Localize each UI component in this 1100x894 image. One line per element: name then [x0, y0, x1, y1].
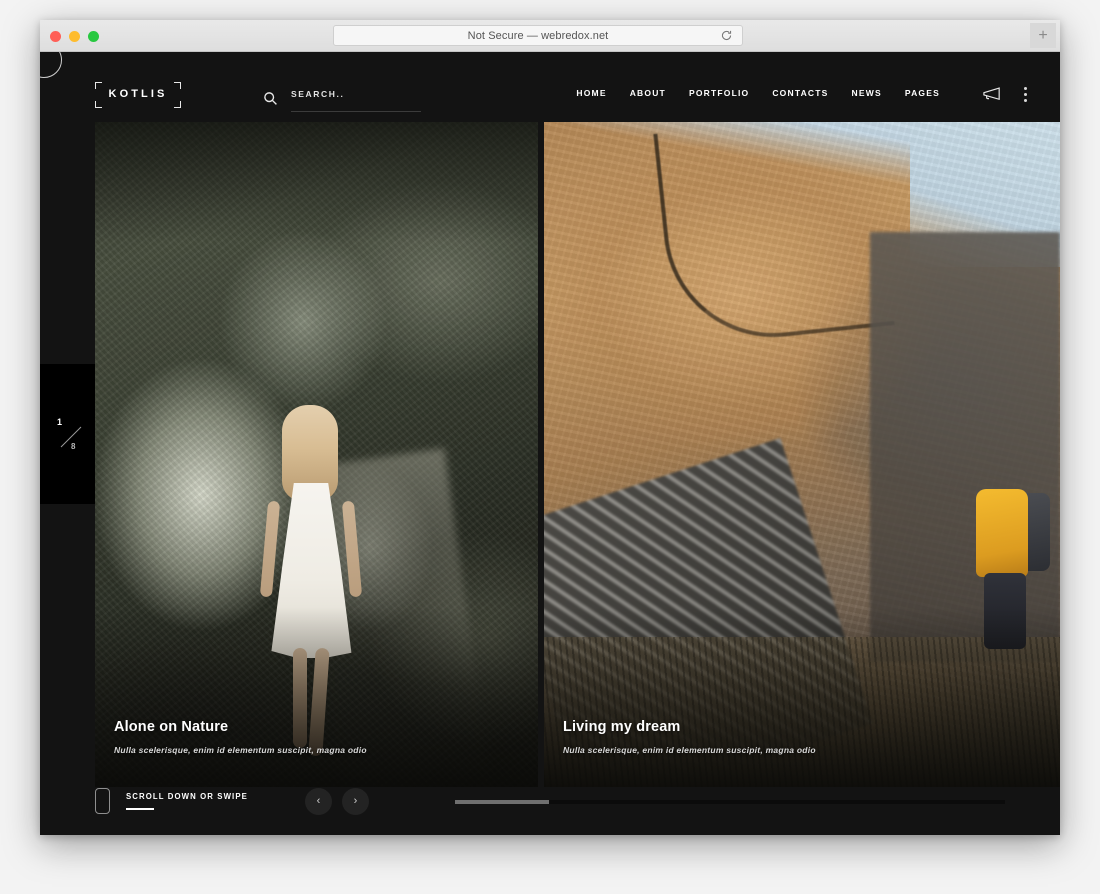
slide-caption: Alone on Nature Nulla scelerisque, enim …: [114, 719, 367, 755]
website-viewport: KOTLIS HOME ABOUT PORTFOLIO: [40, 52, 1060, 835]
search-input[interactable]: [291, 89, 421, 99]
logo-text: KOTLIS: [108, 88, 168, 100]
logo-bracket-bottom-left-icon: [95, 101, 102, 108]
next-slide-button[interactable]: ›: [342, 788, 369, 815]
slider-arrows[interactable]: ‹ ›: [305, 788, 369, 815]
kebab-dot-3: [1023, 98, 1027, 102]
scroll-hint-block: SCROLL DOWN OR SWIPE: [126, 792, 248, 810]
bottom-vignette: [544, 607, 1060, 787]
minimize-window-button[interactable]: [69, 31, 80, 42]
left-arm: [259, 500, 281, 598]
right-arm: [341, 500, 363, 598]
close-window-button[interactable]: [50, 31, 61, 42]
maximize-window-button[interactable]: [88, 31, 99, 42]
slide-caption: Living my dream Nulla scelerisque, enim …: [563, 719, 816, 755]
yellow-jacket: [976, 489, 1028, 577]
slide-title: Living my dream: [563, 719, 681, 735]
slide-title: Alone on Nature: [114, 719, 229, 735]
bottom-vignette: [95, 607, 538, 787]
url-text: Not Secure — webredox.net: [467, 29, 609, 42]
kebab-dot-2: [1023, 92, 1027, 96]
slide-counter: 1 8: [40, 364, 95, 504]
desktop-backdrop: Not Secure — webredox.net + KOTLIS SEARC…: [0, 0, 1100, 894]
nav-item-contacts[interactable]: CONTACTS: [772, 88, 828, 98]
slide-subtitle: Nulla scelerisque, enim id elementum sus…: [563, 745, 816, 755]
search-icon[interactable]: [263, 91, 278, 106]
nav-item-home[interactable]: HOME: [576, 88, 606, 98]
site-header: KOTLIS HOME ABOUT PORTFOLIO: [40, 52, 1060, 142]
slide-subtitle: Nulla scelerisque, enim id elementum sus…: [114, 745, 367, 755]
nav-item-pages[interactable]: PAGES: [905, 88, 940, 98]
header-tools: [981, 86, 1027, 102]
nav-item-news[interactable]: NEWS: [852, 88, 882, 98]
nav-item-about[interactable]: ABOUT: [630, 88, 666, 98]
slider-bottom-bar: SCROLL DOWN OR SWIPE ‹ ›: [40, 787, 1060, 835]
reload-icon[interactable]: [720, 29, 733, 42]
browser-window: Not Secure — webredox.net + KOTLIS SEARC…: [40, 20, 1060, 835]
main-navigation[interactable]: HOME ABOUT PORTFOLIO CONTACTS NEWS PAGES: [576, 88, 940, 98]
kebab-menu-icon[interactable]: [1023, 86, 1027, 102]
site-logo[interactable]: KOTLIS: [95, 82, 181, 108]
scroll-hint: SCROLL DOWN OR SWIPE: [95, 788, 248, 814]
slider-progress-fill: [455, 800, 549, 804]
slider-progress-track[interactable]: [455, 800, 1005, 804]
mobile-device-icon: [95, 788, 110, 814]
logo-bracket-bottom-right-icon: [174, 101, 181, 108]
slide-photo-rocks: [544, 122, 1060, 787]
nav-item-portfolio[interactable]: PORTFOLIO: [689, 88, 749, 98]
hero-slider[interactable]: Alone on Nature Nulla scelerisque, enim …: [95, 122, 1060, 787]
window-controls[interactable]: [50, 31, 99, 42]
search-area[interactable]: [263, 84, 421, 112]
kebab-dot-1: [1023, 86, 1027, 90]
slide-photo-jungle: [95, 122, 538, 787]
new-tab-button[interactable]: +: [1030, 23, 1056, 48]
scroll-hint-text: SCROLL DOWN OR SWIPE: [126, 792, 248, 802]
address-bar[interactable]: Not Secure — webredox.net: [333, 25, 743, 46]
slide-item[interactable]: Living my dream Nulla scelerisque, enim …: [544, 122, 1060, 787]
scroll-hint-underline: [126, 808, 154, 810]
prev-slide-button[interactable]: ‹: [305, 788, 332, 815]
megaphone-icon[interactable]: [981, 86, 1001, 102]
search-input-wrapper[interactable]: [291, 84, 421, 112]
browser-chrome: Not Secure — webredox.net +: [40, 20, 1060, 52]
slide-item[interactable]: Alone on Nature Nulla scelerisque, enim …: [95, 122, 538, 787]
slide-counter-total: 8: [71, 442, 76, 451]
